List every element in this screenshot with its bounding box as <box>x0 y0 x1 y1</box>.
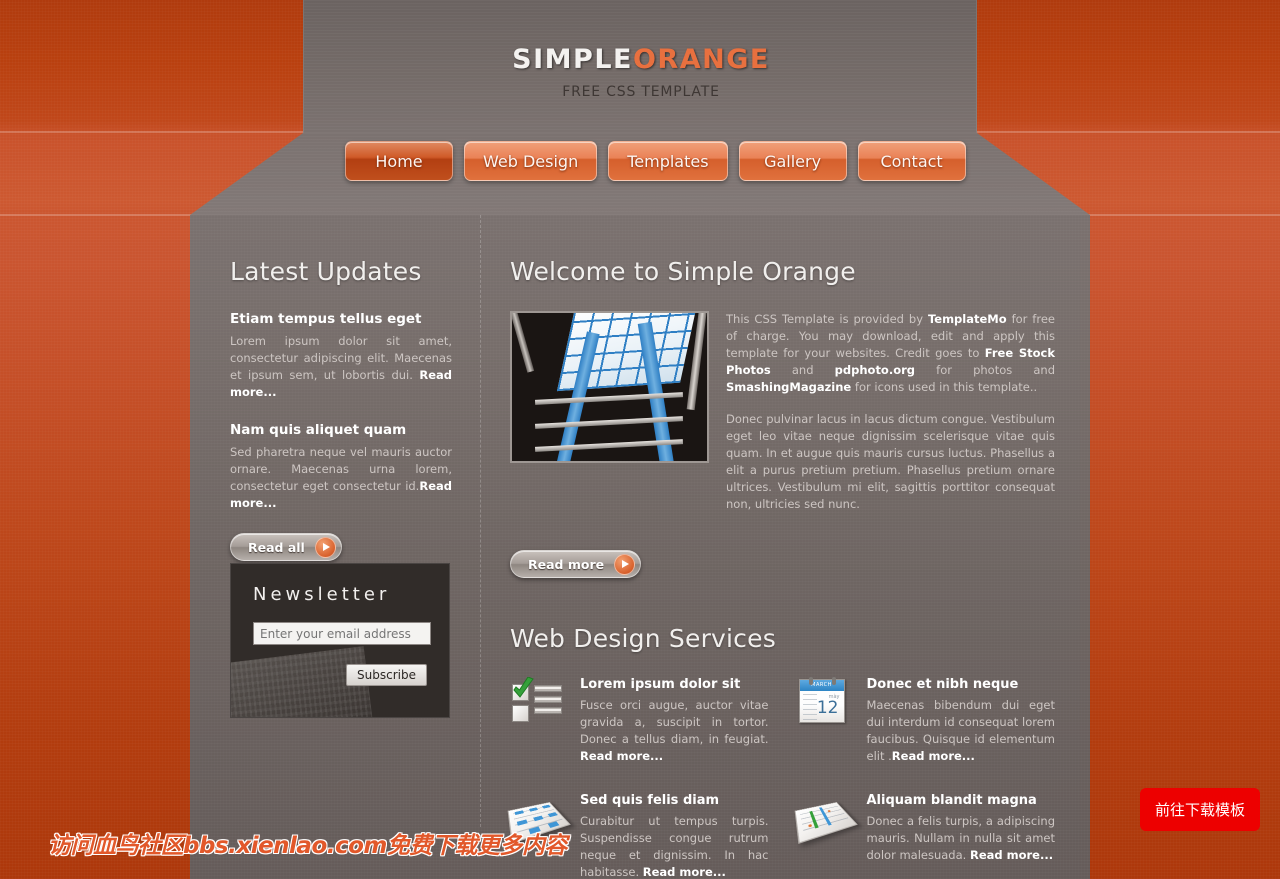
play-arrow-icon <box>314 536 336 558</box>
main-navigation: Home Web Design Templates Gallery Contac… <box>345 141 966 181</box>
read-more-link[interactable]: Read more... <box>643 865 726 879</box>
line-shape <box>534 685 562 692</box>
site-tagline: FREE CSS TEMPLATE <box>562 84 720 100</box>
block-shape <box>514 810 524 816</box>
service-title: Sed quis felis diam <box>580 793 720 808</box>
sidebar: Latest Updates Etiam tempus tellus eget … <box>230 257 452 561</box>
update-item: Etiam tempus tellus eget Lorem ipsum dol… <box>230 311 452 401</box>
smashing-magazine-link[interactable]: SmashingMagazine <box>726 380 851 394</box>
stairs-photo <box>510 311 709 463</box>
services-title: Web Design Services <box>510 624 776 653</box>
welcome-paragraph-2: Donec pulvinar lacus in lacus dictum con… <box>726 412 1055 511</box>
service-item: MARCH mày 12 Donec et nibh neque Maecena… <box>797 677 1056 765</box>
checklist-icon <box>510 677 566 725</box>
nav-item-templates[interactable]: Templates <box>608 141 728 181</box>
service-text: Donec a felis turpis, a adipiscing mauri… <box>867 813 1056 864</box>
service-body: Sed quis felis diam Curabitur ut tempus … <box>580 793 769 879</box>
content-columns: Latest Updates Etiam tempus tellus eget … <box>190 215 1090 879</box>
nav-item-web-design[interactable]: Web Design <box>464 141 598 181</box>
column-divider <box>480 215 481 827</box>
service-title: Lorem ipsum dolor sit <box>580 677 741 692</box>
text-fragment: for photos and <box>915 363 1055 377</box>
block-shape <box>541 804 551 809</box>
read-more-link[interactable]: Read more... <box>892 749 975 763</box>
service-title: Donec et nibh neque <box>866 677 1019 692</box>
brand-accent: ORANGE <box>632 44 770 75</box>
download-template-button[interactable]: 前往下载模板 <box>1140 788 1260 831</box>
content-panel: Latest Updates Etiam tempus tellus eget … <box>190 215 1090 879</box>
text-fragment: and <box>770 363 835 377</box>
nav-label: Contact <box>880 151 943 171</box>
update-text: Sed pharetra neque vel mauris auctor orn… <box>230 444 452 512</box>
newsletter-subscribe-button[interactable]: Subscribe <box>346 664 427 686</box>
read-more-link[interactable]: Read more... <box>970 848 1053 862</box>
services-grid: Lorem ipsum dolor sit Fusce orci augue, … <box>507 677 1056 879</box>
text-fragment: Fusce orci augue, auctor vitae gravida a… <box>580 698 769 746</box>
nav-label: Templates <box>627 151 709 171</box>
calendar-ring <box>831 677 836 685</box>
read-more-link[interactable]: Read more... <box>580 749 663 763</box>
block-shape <box>533 815 544 822</box>
welcome-title: Welcome to Simple Orange <box>510 257 856 286</box>
green-check-icon <box>513 677 534 698</box>
calendar-ring <box>808 677 813 685</box>
nav-item-contact[interactable]: Contact <box>857 141 966 181</box>
text-fragment: for icons used in this template.. <box>851 380 1038 394</box>
line-shape <box>534 707 562 714</box>
tilted-page <box>794 802 858 844</box>
nav-label: Home <box>375 151 423 171</box>
document-chart-icon <box>794 793 858 844</box>
play-arrow-icon <box>614 553 636 575</box>
calendar-icon: MARCH mày 12 <box>797 677 853 725</box>
checkbox-shape <box>512 705 529 722</box>
service-item: Lorem ipsum dolor sit Fusce orci augue, … <box>510 677 769 765</box>
block-shape <box>528 807 538 812</box>
nav-label: Web Design <box>483 151 579 171</box>
pdphoto-link[interactable]: pdphoto.org <box>835 363 915 377</box>
block-shape <box>547 812 558 818</box>
update-title: Etiam tempus tellus eget <box>230 311 422 327</box>
nav-item-home[interactable]: Home <box>345 141 453 181</box>
line-shape <box>534 696 562 703</box>
site-logo: SIMPLEORANGE <box>304 44 978 75</box>
read-more-button[interactable]: Read more <box>510 550 642 578</box>
calendar-dots <box>802 694 817 720</box>
calendar-body: MARCH mày 12 <box>798 677 845 723</box>
text-fragment: This CSS Template is provided by <box>726 312 928 326</box>
update-item: Nam quis aliquet quam Sed pharetra neque… <box>230 422 452 512</box>
service-body: Aliquam blandit magna Donec a felis turp… <box>867 793 1056 879</box>
service-body: Lorem ipsum dolor sit Fusce orci augue, … <box>580 677 769 765</box>
site-header: SIMPLEORANGE FREE CSS TEMPLATE <box>303 0 977 133</box>
photo-pole-left <box>512 313 534 372</box>
welcome-row: This CSS Template is provided by Templat… <box>510 311 1055 528</box>
newsletter-title: Newsletter <box>253 584 391 605</box>
welcome-text: This CSS Template is provided by Templat… <box>726 311 1055 528</box>
main-content: Welcome to Simple Orange This CSS Templa… <box>507 257 1056 879</box>
block-shape <box>516 819 528 826</box>
nav-item-gallery[interactable]: Gallery <box>738 141 847 181</box>
read-all-label: Read all <box>248 539 305 555</box>
service-text: Fusce orci augue, auctor vitae gravida a… <box>580 697 769 765</box>
brand-primary: SIMPLE <box>512 44 633 75</box>
page-shell: SIMPLEORANGE FREE CSS TEMPLATE Home Web … <box>0 0 1280 879</box>
calendar-month: MARCH <box>799 680 844 691</box>
update-title: Nam quis aliquet quam <box>230 422 407 438</box>
read-all-button[interactable]: Read all <box>230 533 342 561</box>
nav-label: Gallery <box>764 151 822 171</box>
sidebar-title: Latest Updates <box>230 257 422 286</box>
service-body: Donec et nibh neque Maecenas bibendum du… <box>867 677 1056 765</box>
service-text: Maecenas bibendum dui eget dui interdum … <box>867 697 1056 765</box>
service-item: Aliquam blandit magna Donec a felis turp… <box>794 793 1056 879</box>
newsletter-email-input[interactable] <box>253 622 431 645</box>
update-text: Lorem ipsum dolor sit amet, consectetur … <box>230 333 452 401</box>
read-more-label: Read more <box>528 556 605 572</box>
site-watermark: 访问血鸟社区bbs.xienlao.com免费下载更多内容 <box>48 833 567 859</box>
service-text: Curabitur ut tempus turpis. Suspendisse … <box>580 813 769 879</box>
welcome-paragraph-1: This CSS Template is provided by Templat… <box>726 311 1055 396</box>
newsletter-box: Newsletter Subscribe <box>230 563 450 718</box>
service-title: Aliquam blandit magna <box>866 793 1037 808</box>
templatemo-link[interactable]: TemplateMo <box>928 312 1007 326</box>
